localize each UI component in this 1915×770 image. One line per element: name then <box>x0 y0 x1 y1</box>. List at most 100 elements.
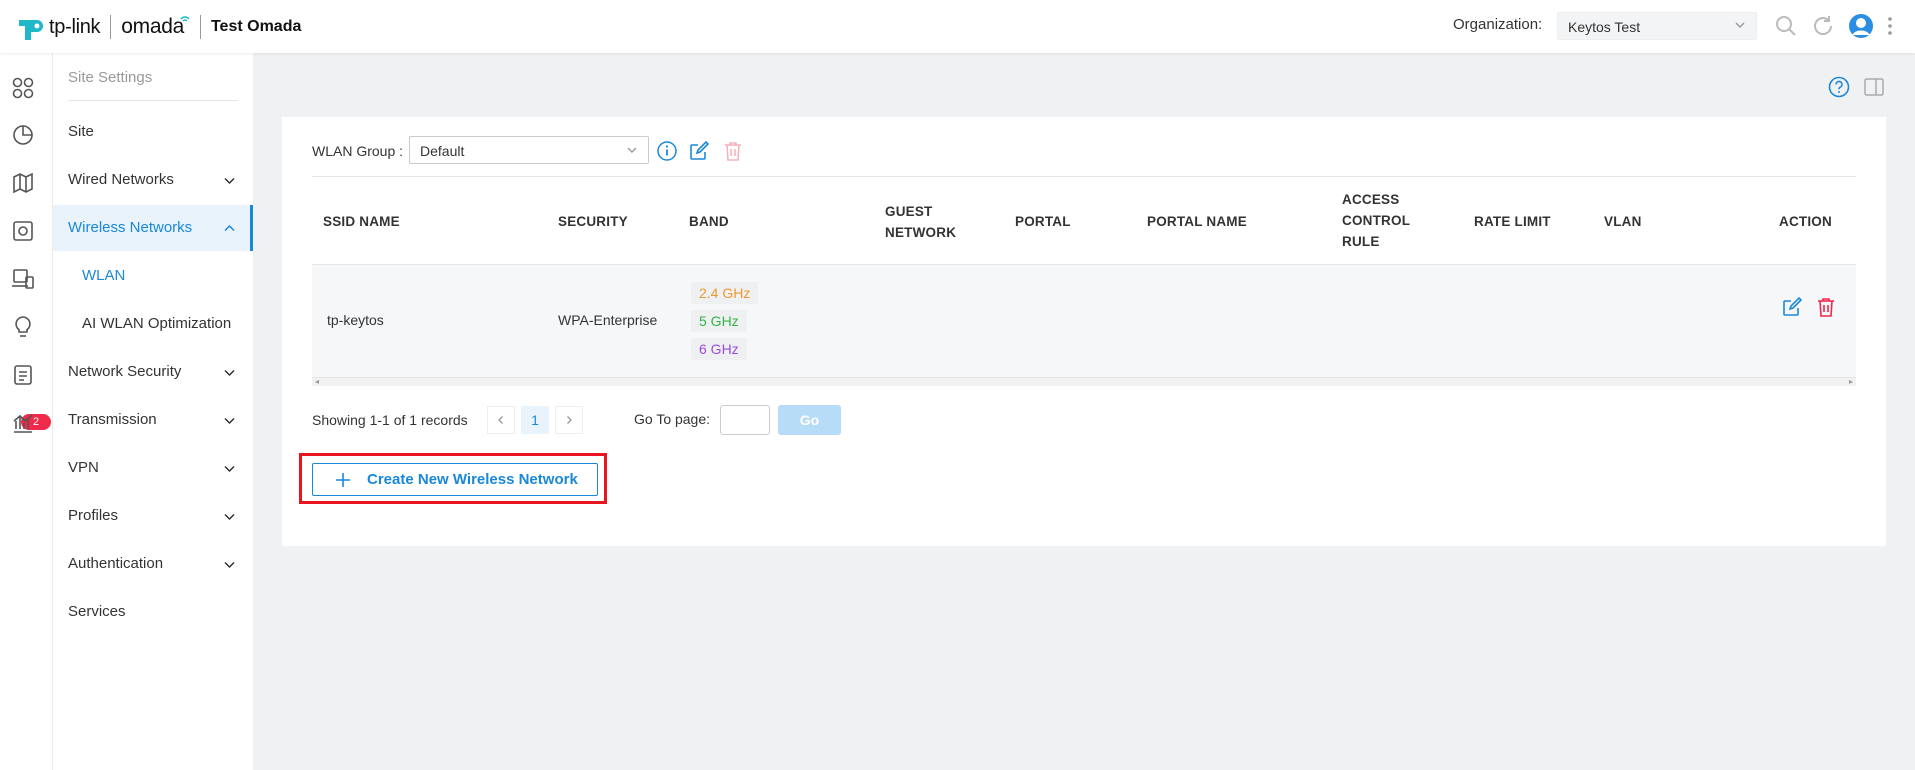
chevron-down-icon <box>224 561 235 569</box>
map-icon[interactable] <box>11 171 35 195</box>
band-tag-6ghz: 6 GHz <box>691 338 747 360</box>
more-options-icon[interactable] <box>1886 14 1894 38</box>
create-button-label: Create New Wireless Network <box>367 471 578 488</box>
logo[interactable]: tp-link omada Test Omada <box>15 12 301 42</box>
insights-icon[interactable] <box>11 315 35 339</box>
scroll-left-icon[interactable]: ◂ <box>315 378 319 386</box>
chevron-down-icon <box>627 147 637 153</box>
sidebar-item-wlan[interactable]: WLAN <box>53 253 253 299</box>
delete-group-icon[interactable] <box>722 140 744 162</box>
edit-group-icon[interactable] <box>688 140 710 162</box>
sidebar-item-label: AI WLAN Optimization <box>82 315 232 332</box>
table-row[interactable]: tp-keytos WPA-Enterprise 2.4 GHz 5 GHz 6… <box>312 265 1856 377</box>
column-header-security[interactable]: SECURITY <box>558 211 628 232</box>
wlan-group-label: WLAN Group : <box>312 143 404 159</box>
column-header-action: ACTION <box>1779 214 1832 229</box>
table-header: SSID NAME SECURITY BAND GUEST NETWORK PO… <box>312 176 1856 265</box>
organization-value: Keytos Test <box>1568 19 1641 35</box>
column-header-ssid[interactable]: SSID NAME <box>323 211 400 232</box>
user-avatar-icon[interactable] <box>1848 13 1874 39</box>
nav-rail: 2 <box>0 53 53 770</box>
chevron-up-icon <box>224 224 235 232</box>
records-count: Showing 1-1 of 1 records <box>312 412 468 428</box>
sidebar-item-profiles[interactable]: Profiles <box>53 493 253 539</box>
sidebar-item-label: Wireless Networks <box>68 219 193 236</box>
site-divider <box>199 15 201 39</box>
organization-label: Organization: <box>1453 16 1543 33</box>
chevron-left-icon <box>498 416 503 424</box>
chevron-down-icon <box>224 177 235 185</box>
sidebar-divider <box>68 100 238 101</box>
sidebar-item-label: Profiles <box>68 507 119 524</box>
settings-sidebar: Site Settings Site Wired Networks Wirele… <box>53 53 253 770</box>
sidebar-item-label: VPN <box>68 459 99 476</box>
sidebar-item-network-security[interactable]: Network Security <box>53 349 253 395</box>
sidebar-item-label: WLAN <box>82 267 126 284</box>
scroll-right-icon[interactable]: ▸ <box>1849 378 1853 386</box>
wifi-mark-icon <box>180 16 190 22</box>
band-tag-5ghz: 5 GHz <box>691 310 747 332</box>
logo-divider <box>110 15 112 39</box>
band-tag-2-4ghz: 2.4 GHz <box>691 282 759 304</box>
chevron-down-icon <box>224 465 235 473</box>
column-header-access-control-rule[interactable]: ACCESS CONTROL RULE <box>1342 189 1422 252</box>
prev-page-button[interactable] <box>487 406 515 434</box>
edit-icon[interactable] <box>1781 296 1803 318</box>
search-icon[interactable] <box>1774 14 1798 38</box>
site-name[interactable]: Test Omada <box>211 18 301 36</box>
delete-icon[interactable] <box>1815 296 1837 318</box>
sidebar-item-authentication[interactable]: Authentication <box>53 541 253 587</box>
top-bar: tp-link omada Test Omada Organization: K… <box>0 0 1915 53</box>
plus-icon <box>336 473 350 487</box>
ssid-name: tp-keytos <box>327 312 384 328</box>
help-icon[interactable] <box>1828 76 1850 98</box>
column-header-portal-name[interactable]: PORTAL NAME <box>1147 211 1247 232</box>
sidebar-item-wired-networks[interactable]: Wired Networks <box>53 157 253 203</box>
organization-select[interactable]: Keytos Test <box>1557 12 1757 40</box>
sidebar-item-label: Authentication <box>68 555 164 572</box>
clients-icon[interactable] <box>11 267 35 291</box>
sidebar-item-wireless-networks[interactable]: Wireless Networks <box>53 205 253 251</box>
wlan-group-value: Default <box>420 143 465 159</box>
statistics-icon[interactable] <box>11 123 35 147</box>
reports-icon[interactable] <box>11 411 35 435</box>
sidebar-item-label: Transmission <box>68 411 157 428</box>
chevron-down-icon <box>224 369 235 377</box>
product-name: omada <box>121 15 184 38</box>
security-value: WPA-Enterprise <box>558 312 658 328</box>
goto-page-label: Go To page: <box>634 411 711 427</box>
sidebar-item-label: Wired Networks <box>68 171 174 188</box>
sidebar-item-vpn[interactable]: VPN <box>53 445 253 491</box>
chevron-right-icon <box>567 416 572 424</box>
column-header-vlan[interactable]: VLAN <box>1604 211 1642 232</box>
sidebar-item-services[interactable]: Services <box>53 589 253 635</box>
brand-name: tp-link <box>49 15 101 38</box>
next-page-button[interactable] <box>555 406 583 434</box>
wlan-group-select[interactable]: Default <box>409 136 649 164</box>
sidebar-item-transmission[interactable]: Transmission <box>53 397 253 443</box>
sidebar-title: Site Settings <box>68 69 153 86</box>
dashboard-icon[interactable] <box>11 76 35 100</box>
column-header-guest-network[interactable]: GUEST NETWORK <box>885 201 965 243</box>
sidebar-item-label: Site <box>68 123 94 140</box>
tp-link-logo-icon <box>19 20 43 40</box>
info-icon[interactable] <box>656 140 678 162</box>
page-number-button[interactable]: 1 <box>521 406 549 434</box>
chevron-down-icon <box>224 417 235 425</box>
goto-page-input[interactable] <box>720 405 770 435</box>
horizontal-scrollbar[interactable]: ◂ ▸ <box>312 377 1856 386</box>
column-header-rate-limit[interactable]: RATE LIMIT <box>1474 211 1551 232</box>
chevron-down-icon <box>1735 22 1745 28</box>
refresh-icon[interactable] <box>1811 14 1835 38</box>
logs-icon[interactable] <box>11 363 35 387</box>
sidebar-item-label: Network Security <box>68 363 182 380</box>
devices-icon[interactable] <box>11 219 35 243</box>
sidebar-item-site[interactable]: Site <box>53 109 253 155</box>
sidebar-item-label: Services <box>68 603 126 620</box>
go-button[interactable]: Go <box>778 405 841 435</box>
create-new-wireless-network-button[interactable]: Create New Wireless Network <box>312 463 598 496</box>
panel-toggle-icon[interactable] <box>1863 76 1885 98</box>
sidebar-item-ai-wlan-optimization[interactable]: AI WLAN Optimization <box>53 301 253 347</box>
column-header-portal[interactable]: PORTAL <box>1015 211 1071 232</box>
column-header-band[interactable]: BAND <box>689 211 729 232</box>
